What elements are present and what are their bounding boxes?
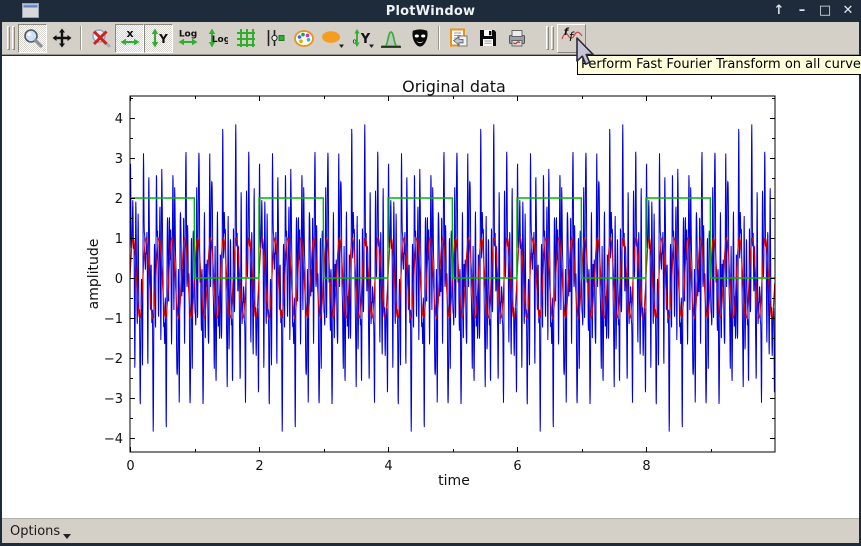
grid-icon xyxy=(235,27,257,49)
log-y-button[interactable]: Log xyxy=(202,24,231,53)
curve-style-button[interactable] xyxy=(289,24,318,53)
mouse-cursor-icon xyxy=(575,37,597,71)
svg-text:Y: Y xyxy=(158,32,168,46)
save-button[interactable] xyxy=(473,24,502,53)
minimize-button[interactable]: – xyxy=(795,0,809,22)
y-range-button[interactable]: o Y xyxy=(347,24,376,53)
dropdown-caret-icon xyxy=(63,534,71,539)
plot-canvas-area: 0 2 4 6 8 −4 −3 −2 −1 0 1 2 3 4 Original data time am… xyxy=(2,56,859,518)
svg-text:6: 6 xyxy=(513,459,521,474)
toolbar: x Y Log xyxy=(2,22,859,55)
titlebar[interactable]: PlotWindow ↑ – □ ✕ xyxy=(0,0,861,22)
matplotlib-plot[interactable]: 0 2 4 6 8 −4 −3 −2 −1 0 1 2 3 4 Original data time am… xyxy=(2,56,859,518)
y-axis-label: amplitude xyxy=(86,239,102,310)
options-bar: Options xyxy=(2,518,859,543)
toolbar-separator xyxy=(80,26,82,50)
svg-text:Log: Log xyxy=(211,35,227,45)
x-axis-arrow-icon: x xyxy=(119,27,141,49)
gaussian-fit-button[interactable] xyxy=(376,24,405,53)
plot-window: PlotWindow ↑ – □ ✕ xyxy=(0,0,861,546)
svg-text:−2: −2 xyxy=(104,352,123,367)
print-icon xyxy=(506,27,528,49)
log-x-icon: Log xyxy=(177,27,199,49)
plot-title: Original data xyxy=(402,77,506,96)
svg-text:8: 8 xyxy=(642,459,650,474)
markers-icon xyxy=(264,27,286,49)
options-label: Options xyxy=(10,524,60,539)
unzoom-button[interactable] xyxy=(86,24,115,53)
gaussian-icon xyxy=(380,27,402,49)
markers-button[interactable] xyxy=(260,24,289,53)
svg-text:1: 1 xyxy=(115,232,123,247)
autoscale-y-button[interactable]: Y xyxy=(144,24,173,53)
svg-text:2: 2 xyxy=(115,192,123,207)
save-icon xyxy=(477,27,499,49)
y-axis-arrow-icon: Y xyxy=(148,27,170,49)
pan-button[interactable] xyxy=(47,24,76,53)
toolbar-drag-handle[interactable] xyxy=(546,26,554,50)
svg-text:3: 3 xyxy=(115,152,123,167)
grid-button[interactable] xyxy=(231,24,260,53)
toolbar-drag-handle[interactable] xyxy=(7,26,15,50)
svg-text:−1: −1 xyxy=(104,312,123,327)
close-button[interactable]: ✕ xyxy=(841,0,855,22)
shape-style-button[interactable] xyxy=(318,24,347,53)
print-button[interactable] xyxy=(502,24,531,53)
maximize-button[interactable]: □ xyxy=(818,0,832,22)
magnifier-icon xyxy=(22,27,44,49)
copy-button[interactable] xyxy=(444,24,473,53)
svg-text:Y: Y xyxy=(359,32,370,47)
log-y-icon: Log xyxy=(206,27,228,49)
dropdown-caret-icon xyxy=(339,45,344,49)
svg-text:2: 2 xyxy=(255,459,263,474)
svg-text:−3: −3 xyxy=(104,392,123,407)
svg-text:0: 0 xyxy=(126,459,134,474)
unzoom-icon xyxy=(90,27,112,49)
copy-icon xyxy=(448,27,470,49)
y-range-icon: o Y xyxy=(349,27,375,49)
mask-button[interactable] xyxy=(405,24,434,53)
svg-text:4: 4 xyxy=(115,112,123,127)
ellipse-icon xyxy=(320,27,346,49)
x-axis-label: time xyxy=(438,473,470,489)
options-button[interactable]: Options xyxy=(10,524,71,539)
log-x-button[interactable]: Log xyxy=(173,24,202,53)
svg-text:x: x xyxy=(126,27,133,40)
shade-button[interactable]: ↑ xyxy=(772,0,786,22)
autoscale-x-button[interactable]: x xyxy=(115,24,144,53)
svg-text:−4: −4 xyxy=(104,432,123,447)
svg-text:Log: Log xyxy=(178,30,196,40)
svg-text:0: 0 xyxy=(115,272,123,287)
toolbar-separator xyxy=(438,26,440,50)
svg-text:4: 4 xyxy=(384,459,392,474)
zoom-button[interactable] xyxy=(18,24,47,53)
mask-icon xyxy=(409,27,431,49)
palette-icon xyxy=(293,27,315,49)
move-icon xyxy=(51,27,73,49)
fft-tooltip: Perform Fast Fourier Transform on all cu… xyxy=(577,55,861,75)
window-title: PlotWindow xyxy=(0,4,861,19)
